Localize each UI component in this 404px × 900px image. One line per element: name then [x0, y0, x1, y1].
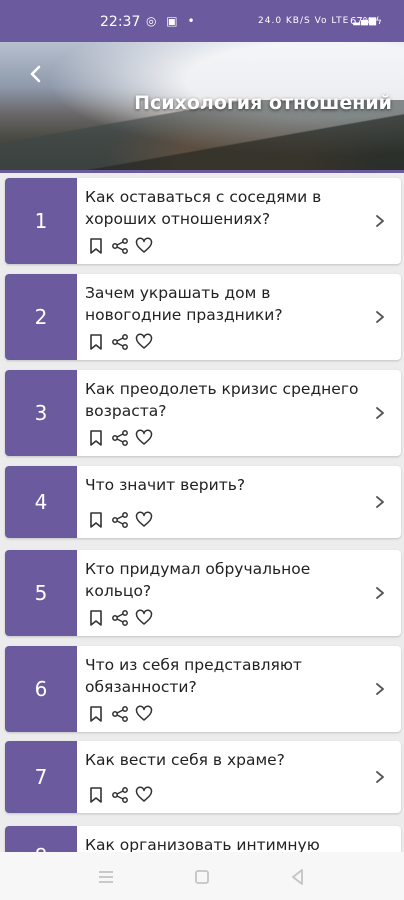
- article-actions: [87, 608, 153, 628]
- open-article-button[interactable]: [373, 583, 387, 603]
- article-title: Кто придумал обручальное кольцо?: [85, 560, 311, 600]
- header-divider: [0, 170, 404, 173]
- chevron-left-icon: [30, 65, 41, 83]
- share-icon[interactable]: [111, 609, 129, 627]
- article-card[interactable]: 2 Зачем украшать дом в новогодние праздни…: [5, 274, 401, 360]
- heart-icon[interactable]: [135, 237, 153, 255]
- open-article-button[interactable]: [373, 679, 387, 699]
- bookmark-icon[interactable]: [87, 609, 105, 627]
- share-icon[interactable]: [111, 786, 129, 804]
- article-number: 3: [5, 370, 77, 456]
- chevron-right-icon: [376, 587, 384, 599]
- article-actions: [87, 332, 153, 352]
- article-card[interactable]: 1 Как оставаться с соседями в хороших отн…: [5, 178, 401, 264]
- menu-nav-button[interactable]: [95, 866, 117, 888]
- home-nav-button[interactable]: [191, 866, 213, 888]
- article-number: 7: [5, 741, 77, 813]
- notification-icons: ◎ ▣ •: [146, 14, 198, 28]
- system-nav-bar: [0, 852, 404, 900]
- article-number: 2: [5, 274, 77, 360]
- article-title: Что значит верить?: [85, 476, 246, 494]
- article-actions: [87, 785, 153, 805]
- article-card[interactable]: 4 Что значит верить?: [5, 466, 401, 538]
- back-button[interactable]: [22, 60, 50, 88]
- status-time: 22:37: [100, 14, 141, 30]
- article-actions: [87, 236, 153, 256]
- chevron-right-icon: [376, 496, 384, 508]
- home-square-icon: [195, 870, 209, 884]
- chevron-right-icon: [376, 683, 384, 695]
- bookmark-icon[interactable]: [87, 237, 105, 255]
- heart-icon[interactable]: [135, 333, 153, 351]
- heart-icon[interactable]: [135, 429, 153, 447]
- share-icon[interactable]: [111, 429, 129, 447]
- article-number: 5: [5, 550, 77, 636]
- open-article-button[interactable]: [373, 307, 387, 327]
- share-icon[interactable]: [111, 705, 129, 723]
- header-banner: Психология отношений: [0, 42, 404, 170]
- chevron-right-icon: [376, 215, 384, 227]
- open-article-button[interactable]: [373, 492, 387, 512]
- open-article-button[interactable]: [373, 767, 387, 787]
- article-actions: [87, 510, 153, 530]
- open-article-button[interactable]: [373, 211, 387, 231]
- chevron-right-icon: [376, 771, 384, 783]
- bookmark-icon[interactable]: [87, 429, 105, 447]
- back-triangle-icon: [292, 869, 303, 885]
- status-bar: 22:37 ◎ ▣ • 24.0 KB/S Vo LTE ▂▄▆ 67% ϟ: [0, 0, 404, 42]
- chevron-right-icon: [376, 311, 384, 323]
- bookmark-icon[interactable]: [87, 511, 105, 529]
- share-icon[interactable]: [111, 333, 129, 351]
- article-card[interactable]: 6 Что из себя представляют обязанности?: [5, 646, 401, 732]
- bookmark-icon[interactable]: [87, 333, 105, 351]
- article-title: Как оставаться с соседями в хороших отно…: [85, 188, 322, 228]
- share-icon[interactable]: [111, 511, 129, 529]
- bookmark-icon[interactable]: [87, 705, 105, 723]
- article-card[interactable]: 5 Кто придумал обручальное кольцо?: [5, 550, 401, 636]
- article-card[interactable]: 3 Как преодолеть кризис среднего возраста…: [5, 370, 401, 456]
- article-title: Зачем украшать дом в новогодние праздник…: [85, 284, 283, 324]
- article-title: Что из себя представляют обязанности?: [85, 656, 302, 696]
- chevron-right-icon: [376, 407, 384, 419]
- article-number: 4: [5, 466, 77, 538]
- article-number: 6: [5, 646, 77, 732]
- heart-icon[interactable]: [135, 786, 153, 804]
- heart-icon[interactable]: [135, 705, 153, 723]
- heart-icon[interactable]: [135, 609, 153, 627]
- article-title: Как вести себя в храме?: [85, 751, 285, 769]
- bookmark-icon[interactable]: [87, 786, 105, 804]
- article-actions: [87, 704, 153, 724]
- battery-indicator: 67% ϟ: [350, 16, 383, 27]
- article-card[interactable]: 7 Как вести себя в храме?: [5, 741, 401, 813]
- open-article-button[interactable]: [373, 403, 387, 423]
- article-actions: [87, 428, 153, 448]
- page-title: Психология отношений: [134, 92, 392, 114]
- back-nav-button[interactable]: [287, 866, 309, 888]
- article-number: 1: [5, 178, 77, 264]
- menu-icon: [99, 871, 113, 883]
- share-icon[interactable]: [111, 237, 129, 255]
- heart-icon[interactable]: [135, 511, 153, 529]
- article-title: Как преодолеть кризис среднего возраста?: [85, 380, 359, 420]
